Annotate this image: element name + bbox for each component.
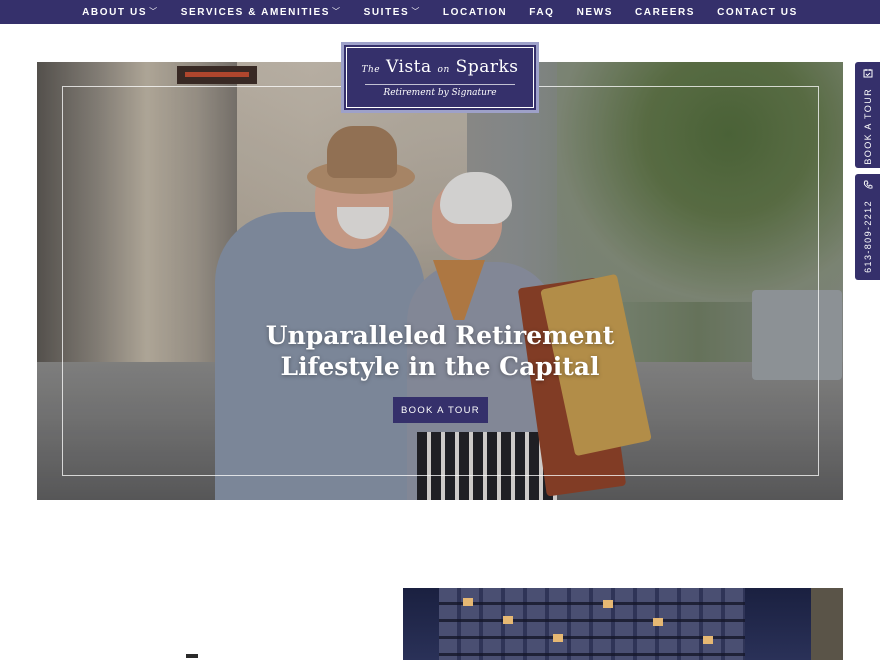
logo-vista: Vista [386, 57, 432, 77]
building-photo-window [703, 636, 713, 644]
building-photo-window [603, 600, 613, 608]
phone-icon [863, 180, 873, 194]
nav-item-label: SERVICES & AMENITIES [180, 6, 330, 18]
side-tab-book-a-tour[interactable]: BOOK A TOUR [855, 62, 880, 168]
nav-item-label: SUITES [363, 6, 410, 18]
building-photo [403, 588, 843, 660]
nav-item-label: NEWS [576, 6, 613, 18]
nav-item-about-us[interactable]: ABOUT US ﹀ [71, 7, 170, 18]
calendar-check-icon [863, 68, 873, 82]
logo-wordmark: The Vista on Sparks [361, 57, 518, 80]
hero-banner: Unparalleled Retirement Lifestyle in the… [37, 62, 843, 500]
section-heading-fragment [186, 654, 198, 658]
side-tab-phone[interactable]: 613-809-2212 [855, 174, 880, 280]
nav-item-label: FAQ [529, 6, 555, 18]
building-photo-tower [439, 588, 745, 660]
nav-item-services-amenities[interactable]: SERVICES & AMENITIES ﹀ [170, 7, 353, 18]
nav-item-news[interactable]: NEWS [566, 7, 624, 18]
nav-item-label: LOCATION [442, 6, 508, 18]
building-photo-window [463, 598, 473, 606]
logo-the: The [361, 65, 381, 75]
logo-sparks: Sparks [455, 57, 519, 77]
side-tab-label: 613-809-2212 [862, 200, 873, 273]
logo-divider [365, 84, 515, 85]
nav-item-contact-us[interactable]: CONTACT US [706, 7, 809, 18]
nav-item-suites[interactable]: SUITES ﹀ [353, 7, 432, 18]
logo-tagline: Retirement by Signature [383, 88, 497, 98]
main-nav: ABOUT US ﹀ SERVICES & AMENITIES ﹀ SUITES… [0, 0, 880, 24]
book-a-tour-button[interactable]: BOOK A TOUR [393, 397, 488, 423]
nav-item-label: CAREERS [634, 6, 696, 18]
nav-item-label: ABOUT US [82, 6, 148, 18]
building-photo-neighbor [811, 588, 843, 660]
building-photo-window [503, 616, 513, 624]
chevron-down-icon: ﹀ [411, 6, 421, 16]
chevron-down-icon: ﹀ [331, 6, 342, 16]
side-tab-label: BOOK A TOUR [862, 88, 873, 165]
nav-item-label: CONTACT US [717, 6, 798, 18]
chevron-down-icon: ﹀ [149, 6, 159, 16]
site-logo[interactable]: The Vista on Sparks Retirement by Signat… [341, 42, 539, 113]
building-photo-window [553, 634, 563, 642]
nav-item-faq[interactable]: FAQ [518, 7, 565, 18]
nav-item-location[interactable]: LOCATION [432, 7, 518, 18]
hero-title: Unparalleled Retirement Lifestyle in the… [265, 321, 615, 381]
nav-item-careers[interactable]: CAREERS [624, 7, 706, 18]
building-photo-window [653, 618, 663, 626]
logo-on: on [437, 65, 450, 75]
